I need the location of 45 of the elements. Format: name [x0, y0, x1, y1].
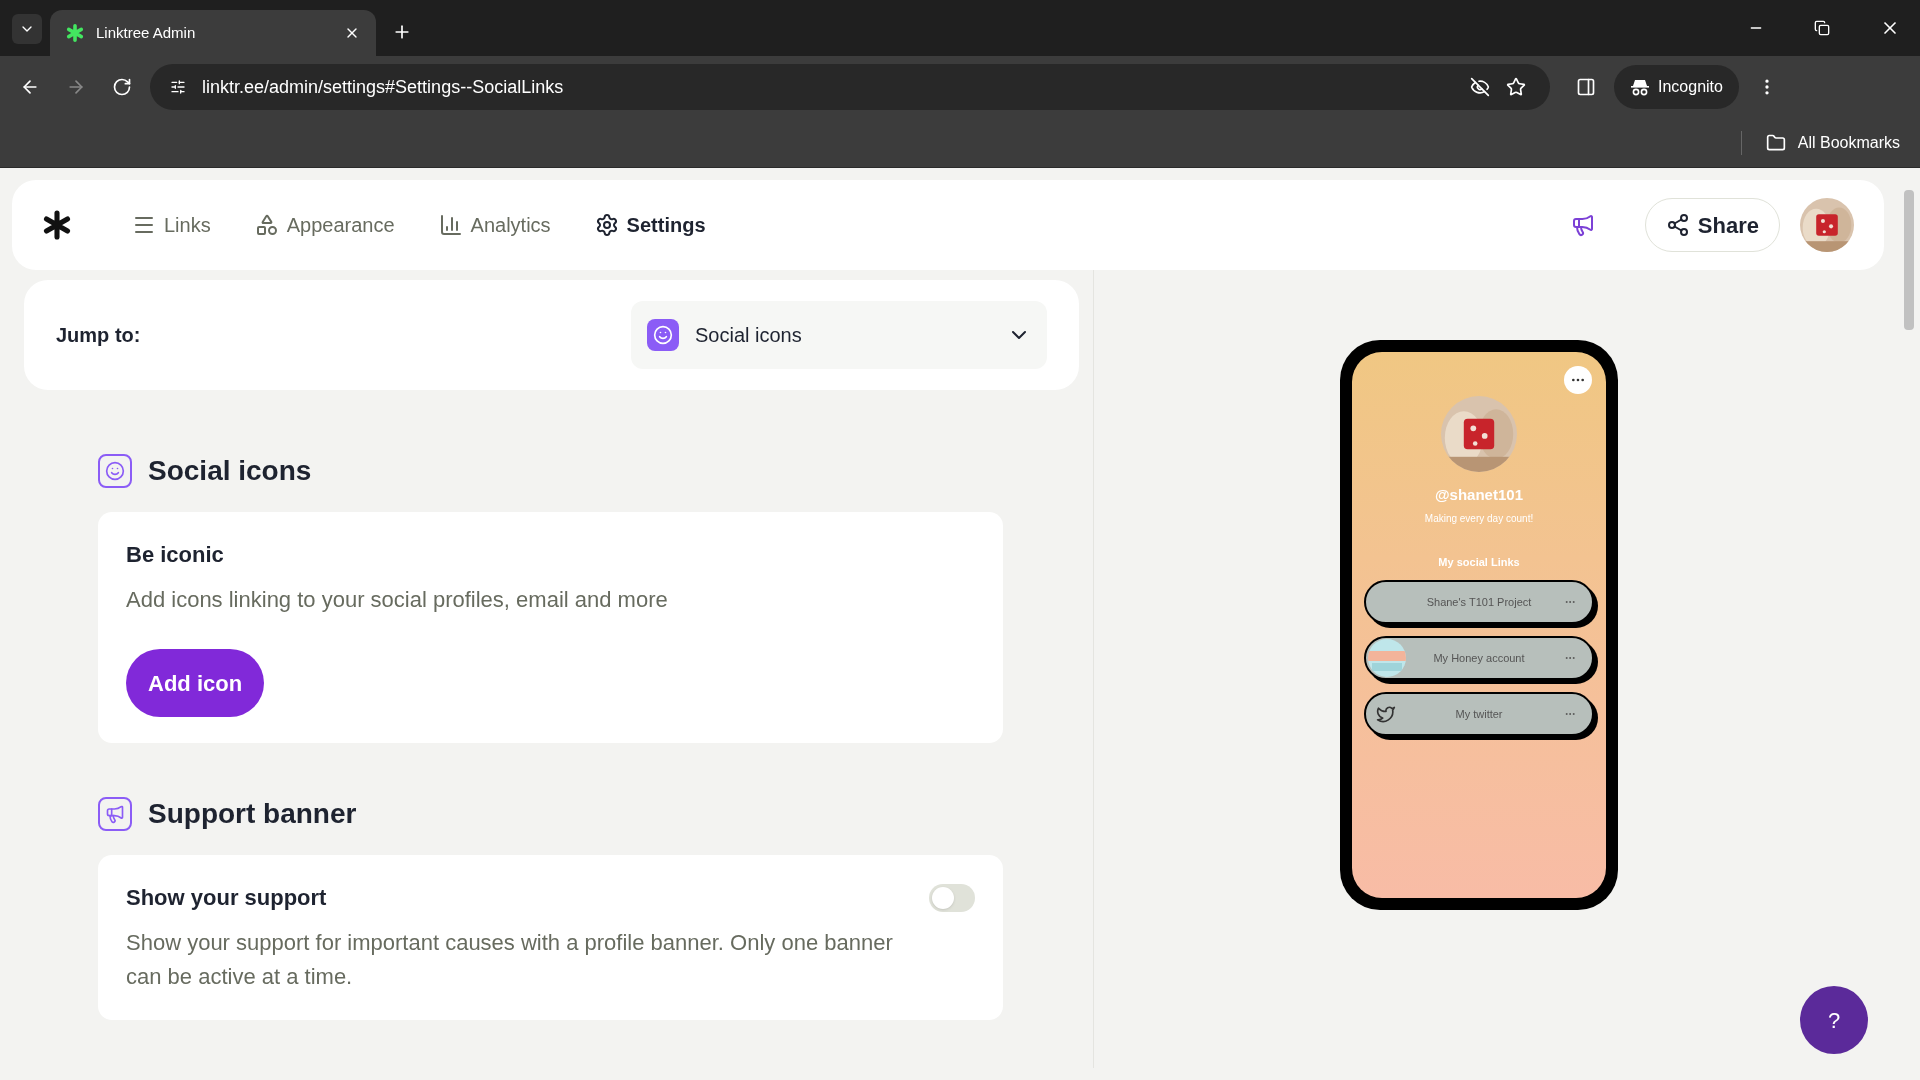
reload-icon[interactable] [112, 77, 132, 97]
nav-tab[interactable]: Links [132, 210, 211, 240]
section-title: Social icons [148, 454, 312, 488]
address-bar[interactable]: linktr.ee/admin/settings#Settings--SocialLinks [150, 64, 1550, 110]
toggle-switch[interactable] [929, 883, 975, 912]
bar-chart-icon [438, 213, 463, 237]
incognito-button[interactable]: Incognito [1614, 65, 1739, 109]
card-title: Be iconic [126, 541, 225, 569]
section-title: Support banner [148, 797, 357, 831]
share-icon [1665, 213, 1690, 237]
bio-text: Making every day count! [1424, 511, 1534, 526]
incognito-icon [1630, 78, 1650, 96]
jump-to-dropdown[interactable]: Social icons [631, 301, 1047, 369]
help-button[interactable]: ? [1800, 986, 1868, 1054]
url-text: linktr.ee/admin/settings#Settings--SocialLinks [202, 75, 565, 99]
shapes-icon [254, 213, 279, 237]
bird-icon [1376, 704, 1396, 724]
jump-to-label: Jump to: [56, 323, 142, 348]
gear-icon [594, 213, 619, 237]
username: @shanet101 [1435, 485, 1523, 505]
smiley-icon [647, 319, 679, 351]
site-settings-icon[interactable] [170, 79, 186, 95]
tab-list-button[interactable] [12, 14, 42, 44]
asterisk-logo-icon [66, 24, 84, 42]
nav-tab[interactable]: Analytics [438, 210, 551, 240]
restore-icon[interactable] [1814, 20, 1830, 36]
nav-tab[interactable]: Settings [594, 210, 706, 240]
megaphone-icon [98, 797, 132, 831]
links-heading: My social Links [1438, 554, 1520, 570]
scrollbar[interactable] [1904, 190, 1914, 330]
folder-icon [1765, 132, 1786, 153]
add-icon-button[interactable]: Add icon [126, 649, 265, 717]
card-title: Show your support [126, 884, 328, 912]
tab-title: Linktree Admin [96, 22, 197, 43]
all-bookmarks-link[interactable]: All Bookmarks [1797, 130, 1900, 155]
card-description: Add icons linking to your social profiles, email and more [126, 586, 669, 614]
smiley-icon [98, 454, 132, 488]
eye-off-icon[interactable] [1470, 77, 1490, 97]
side-panel-icon[interactable] [1576, 77, 1596, 97]
megaphone-icon[interactable] [1570, 213, 1595, 237]
browser-tab[interactable]: Linktree Admin [50, 10, 376, 56]
nav-tab[interactable]: Appearance [254, 210, 395, 240]
asterisk-logo-icon[interactable] [42, 209, 72, 241]
bookmark-star-icon[interactable] [1506, 77, 1526, 97]
card-description: Show your support for important causes with a profile banner. Only one banner can be active at a time. [126, 929, 894, 991]
